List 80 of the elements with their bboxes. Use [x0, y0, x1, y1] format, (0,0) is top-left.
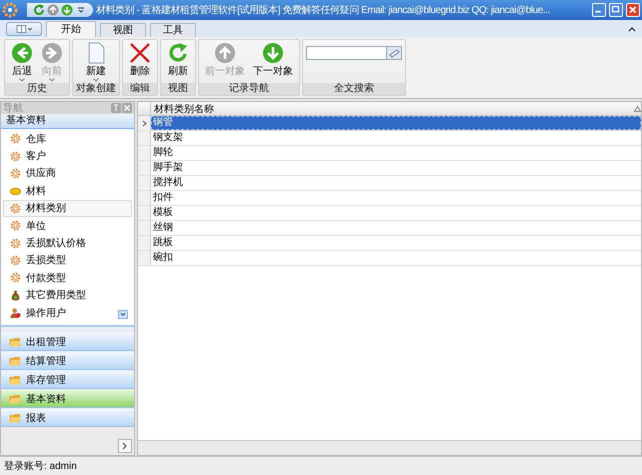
close-button[interactable] [626, 3, 640, 17]
nav-item[interactable]: 付款类型 [3, 269, 132, 287]
gear-icon [10, 254, 21, 266]
row-header[interactable] [138, 116, 151, 130]
close-icon[interactable] [122, 103, 132, 113]
group-label: 编辑 [123, 83, 157, 95]
nav-item[interactable]: 其它费用类型 [3, 286, 132, 304]
refresh-icon [167, 42, 189, 64]
search-icon[interactable] [386, 47, 401, 59]
table-cell[interactable]: 搅拌机 [151, 176, 641, 190]
folder-icon [9, 336, 21, 347]
gear-icon [10, 238, 21, 249]
gear-icon [10, 220, 21, 232]
sort-icon [634, 106, 641, 112]
nav-item[interactable]: 仓库 [3, 130, 132, 148]
table-cell[interactable]: 脚轮 [151, 146, 641, 160]
gear-icon [10, 150, 21, 162]
nav-item[interactable]: 客户 [3, 147, 132, 165]
table-cell[interactable]: 脚手架 [151, 161, 641, 175]
folder-icon [9, 394, 21, 404]
group-label: 全文搜索 [303, 83, 405, 95]
table-cell[interactable]: 碗扣 [151, 251, 641, 265]
nav-group-button[interactable]: 出租管理 [1, 333, 134, 352]
nav-item[interactable]: 丢损类型 [3, 252, 132, 270]
table-cell[interactable]: 扣件 [151, 191, 641, 205]
window-title: 材料类别 - 蓝格建材租赁管理软件[试用版本] 免费解答任何疑问 Email: jiancai@bluegrid.biz QQ: jiancai@blue... [96, 4, 551, 17]
ribbon-button[interactable]: 后退 [8, 42, 36, 83]
next-button[interactable] [118, 439, 132, 453]
table-cell[interactable]: 钢管 [151, 116, 641, 130]
table-cell[interactable]: 模板 [151, 206, 641, 220]
folder-icon [9, 374, 21, 385]
maximize-button[interactable] [609, 3, 623, 17]
folder-icon [9, 356, 21, 366]
group-label: 对象创建 [73, 83, 119, 95]
collapse-ribbon-icon[interactable] [628, 26, 636, 32]
gear-icon [10, 168, 21, 179]
scroll-down-icon[interactable] [118, 310, 128, 320]
user-icon [10, 307, 21, 318]
group-label: 视图 [161, 83, 195, 95]
search-field[interactable] [306, 46, 402, 60]
nav-group-button[interactable]: 结算管理 [1, 352, 134, 370]
group-label: 历史 [5, 83, 69, 95]
nav-group-button[interactable]: 基本资料 [1, 390, 134, 408]
status-text: 登录账号: admin [0, 456, 642, 475]
gear-icon [10, 202, 21, 214]
nav-item[interactable]: 供应商 [3, 164, 132, 182]
money-bag-icon [10, 290, 21, 301]
chevron-icon [122, 442, 128, 450]
folder-icon [9, 412, 21, 423]
nav-group-button[interactable]: 报表 [1, 409, 134, 428]
nav-group-button[interactable]: 库存管理 [1, 371, 134, 390]
pin-icon[interactable] [111, 103, 121, 113]
nav-item[interactable]: 材料 [3, 182, 132, 200]
group-label: 记录导航 [199, 83, 299, 95]
page-icon [88, 42, 104, 64]
ribbon-tab[interactable]: 视图 [100, 23, 146, 37]
nav-item[interactable]: 操作用户 [3, 304, 132, 322]
nav-item[interactable]: 材料类别 [3, 200, 132, 217]
table-cell[interactable]: 丝钢 [151, 221, 641, 235]
ribbon-button[interactable]: 刷新 [164, 42, 192, 83]
ribbon-button[interactable]: 新建 [82, 42, 110, 83]
lemon-icon [10, 185, 21, 196]
delete-icon [129, 42, 151, 64]
ribbon-tab[interactable]: 工具 [150, 23, 196, 37]
app-menu-button[interactable] [6, 22, 42, 36]
table-cell[interactable]: 钢支架 [151, 131, 641, 145]
panel-title: 导航 [3, 102, 24, 114]
minimize-button[interactable] [592, 3, 606, 17]
table-cell[interactable]: 跳板 [151, 236, 641, 250]
ribbon-button[interactable]: 删除 [126, 42, 154, 83]
ribbon-button[interactable]: 下一对象 [250, 42, 296, 83]
app-logo-icon [2, 2, 18, 18]
nav-item[interactable]: 单位 [3, 216, 132, 234]
ribbon-tab[interactable]: 开始 [46, 21, 96, 37]
up-arrow-icon[interactable] [47, 4, 59, 16]
refresh-icon[interactable] [33, 4, 45, 16]
section-header: 基本资料 [1, 114, 134, 129]
gear-icon [10, 272, 21, 284]
gear-icon [10, 133, 21, 144]
nav-item[interactable]: 丢损默认价格 [3, 234, 132, 252]
